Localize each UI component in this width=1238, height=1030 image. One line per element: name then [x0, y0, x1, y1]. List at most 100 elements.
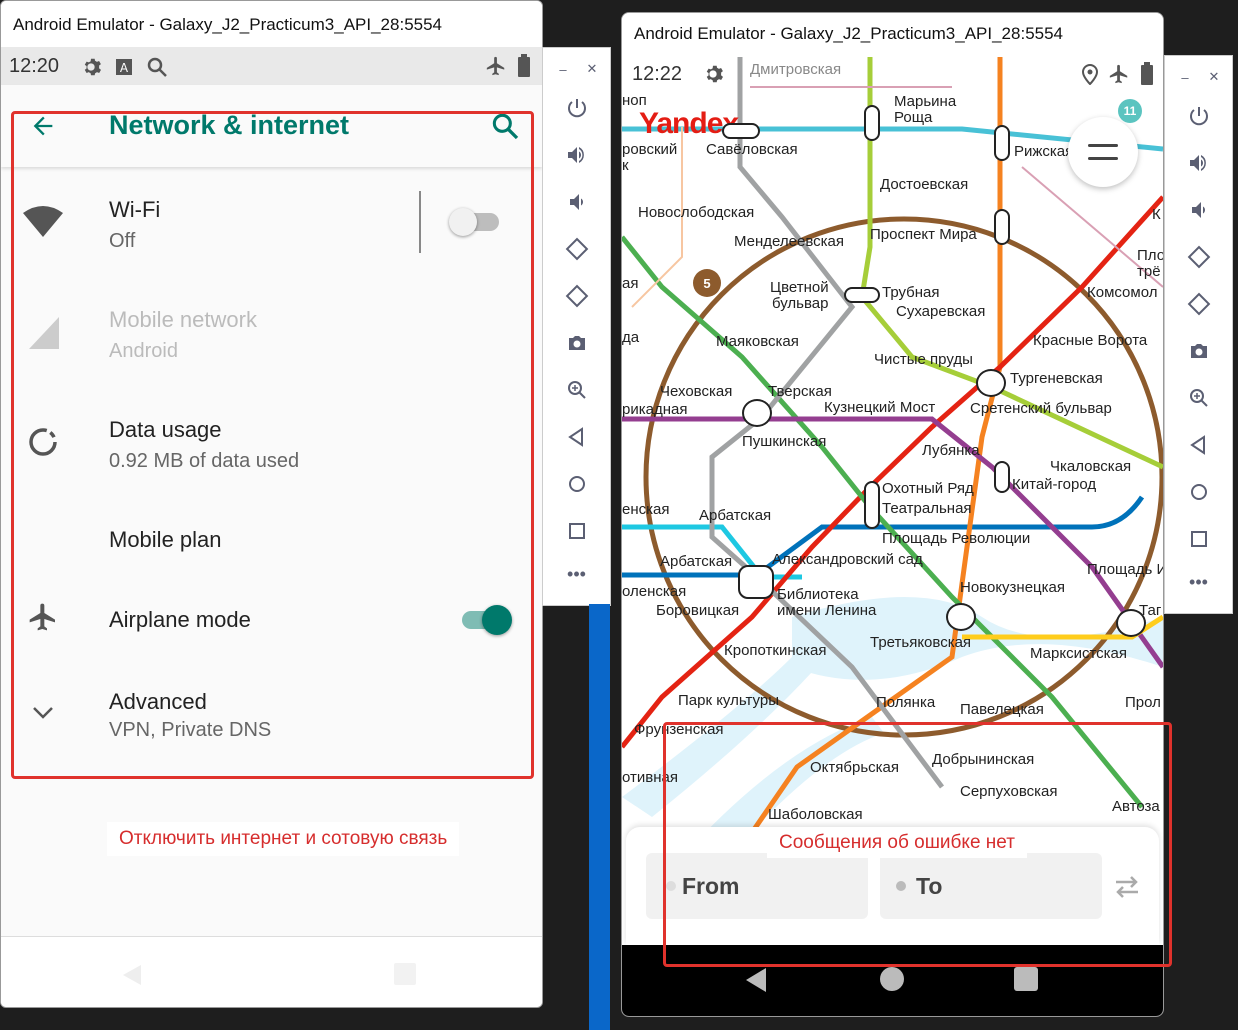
rotate-right-icon[interactable] — [1187, 292, 1211, 316]
station-label[interactable]: Трубная — [882, 284, 940, 301]
station-label[interactable]: Сретенский бульвар — [970, 400, 1112, 417]
home-icon[interactable] — [1187, 480, 1211, 504]
station-label[interactable]: Александровский сад — [772, 551, 923, 568]
home-icon[interactable] — [565, 472, 589, 496]
station-label[interactable]: Боровицкая — [656, 602, 739, 619]
transfer-marker[interactable] — [864, 481, 880, 529]
station-label[interactable]: Кропоткинская — [724, 642, 827, 659]
station-label[interactable]: Площадь И — [1087, 561, 1163, 578]
station-label[interactable]: Комсомол — [1087, 284, 1157, 301]
station-label[interactable]: Маяковская — [716, 333, 799, 350]
station-label[interactable]: Чистые пруды — [874, 351, 973, 368]
overview-icon[interactable] — [565, 519, 589, 543]
zoom-icon[interactable] — [1187, 386, 1211, 410]
station-label[interactable]: Библиотека — [777, 586, 859, 603]
menu-button[interactable] — [1068, 117, 1138, 187]
rotate-left-icon[interactable] — [1187, 245, 1211, 269]
nav-home-icon[interactable] — [880, 967, 904, 991]
station-label[interactable]: Площадь Революции — [882, 530, 1030, 547]
station-label[interactable]: Новокузнецкая — [960, 579, 1065, 596]
station-label[interactable]: Китай-город — [1012, 476, 1096, 493]
station-label[interactable]: Чеховская — [660, 383, 732, 400]
station-label[interactable]: Прол — [1125, 694, 1161, 711]
station-label[interactable]: Парк культуры — [678, 692, 779, 709]
left-window-titlebar[interactable]: Android Emulator - Galaxy_J2_Practicum3_… — [1, 1, 542, 47]
minimize-icon[interactable]: – — [551, 57, 575, 81]
station-label[interactable]: енская — [622, 501, 669, 518]
overview-icon[interactable] — [1187, 527, 1211, 551]
station-label[interactable]: Арбатская — [660, 553, 732, 570]
station-label[interactable]: Марьина — [894, 93, 956, 110]
right-window-titlebar[interactable]: Android Emulator - Galaxy_J2_Practicum3_… — [622, 13, 1163, 57]
station-label[interactable]: Полянка — [876, 694, 935, 711]
station-label[interactable]: Рижская — [1014, 143, 1073, 160]
transfer-marker[interactable] — [742, 399, 772, 427]
station-label[interactable]: Лубянка — [922, 442, 980, 459]
station-label[interactable]: ноп — [622, 92, 647, 109]
transfer-marker[interactable] — [1116, 609, 1146, 637]
station-label[interactable]: ая — [622, 275, 638, 292]
close-icon[interactable]: ✕ — [1202, 65, 1226, 89]
transfer-marker[interactable] — [994, 125, 1010, 161]
transfer-marker[interactable] — [994, 209, 1010, 245]
station-label[interactable]: к — [622, 157, 629, 174]
volume-up-icon[interactable] — [565, 143, 589, 167]
station-label[interactable]: оленская — [622, 583, 686, 600]
camera-icon[interactable] — [1187, 339, 1211, 363]
station-label[interactable]: Сухаревская — [896, 303, 985, 320]
back-icon[interactable] — [565, 425, 589, 449]
station-label[interactable]: рикадная — [622, 401, 687, 418]
station-label[interactable]: имени Ленина — [777, 602, 876, 619]
station-label[interactable]: трё — [1137, 263, 1161, 280]
transfer-marker[interactable] — [994, 461, 1010, 493]
station-label[interactable]: бульвар — [772, 295, 828, 312]
station-label[interactable]: Красные Ворота — [1033, 332, 1147, 349]
nav-back-icon[interactable] — [121, 963, 145, 987]
transfer-marker[interactable] — [722, 123, 760, 139]
station-label[interactable]: Тургеневская — [1010, 370, 1103, 387]
transfer-marker[interactable] — [864, 105, 880, 141]
zoom-icon[interactable] — [565, 378, 589, 402]
station-label[interactable]: Пушкинская — [742, 433, 826, 450]
nav-recents-icon[interactable] — [394, 963, 416, 985]
station-label[interactable]: Марксистская — [1030, 645, 1127, 662]
volume-up-icon[interactable] — [1187, 151, 1211, 175]
station-label[interactable]: Цветной — [770, 279, 829, 296]
station-label[interactable]: К — [1152, 206, 1161, 223]
nav-recents-icon[interactable] — [1014, 967, 1038, 991]
station-label[interactable]: Третьяковская — [870, 634, 971, 651]
station-label[interactable]: Кузнецкий Мост — [824, 399, 935, 416]
camera-icon[interactable] — [565, 331, 589, 355]
station-label[interactable]: ровский — [622, 141, 677, 158]
more-icon[interactable]: ••• — [565, 562, 589, 586]
rotate-left-icon[interactable] — [565, 237, 589, 261]
station-label[interactable]: Пло — [1137, 247, 1163, 264]
station-label[interactable]: Проспект Мира — [870, 226, 977, 243]
station-label[interactable]: Чкаловская — [1050, 458, 1131, 475]
transfer-marker[interactable] — [976, 369, 1006, 397]
transfer-marker[interactable] — [738, 565, 774, 599]
more-icon[interactable]: ••• — [1187, 570, 1211, 594]
power-icon[interactable] — [1187, 104, 1211, 128]
transfer-marker[interactable] — [946, 603, 976, 631]
station-label[interactable]: Театральная — [882, 500, 972, 517]
nav-back-icon[interactable] — [744, 967, 768, 993]
rotate-right-icon[interactable] — [565, 284, 589, 308]
station-label[interactable]: Тверская — [768, 383, 832, 400]
station-label[interactable]: Менделеевская — [734, 233, 844, 250]
station-label[interactable]: Охотный Ряд — [882, 480, 974, 497]
station-label[interactable]: да — [622, 329, 639, 346]
transfer-marker[interactable] — [844, 287, 880, 303]
station-label[interactable]: Достоевская — [880, 176, 968, 193]
close-icon[interactable]: ✕ — [580, 57, 604, 81]
station-label[interactable]: Новослободская — [638, 204, 754, 221]
station-label[interactable]: Роща — [894, 109, 932, 126]
station-label[interactable]: Савёловская — [706, 141, 798, 158]
back-icon[interactable] — [1187, 433, 1211, 457]
volume-down-icon[interactable] — [1187, 198, 1211, 222]
station-label[interactable]: Арбатская — [699, 507, 771, 524]
station-label[interactable]: Павелецкая — [960, 701, 1044, 718]
volume-down-icon[interactable] — [565, 190, 589, 214]
minimize-icon[interactable]: – — [1173, 65, 1197, 89]
power-icon[interactable] — [565, 96, 589, 120]
